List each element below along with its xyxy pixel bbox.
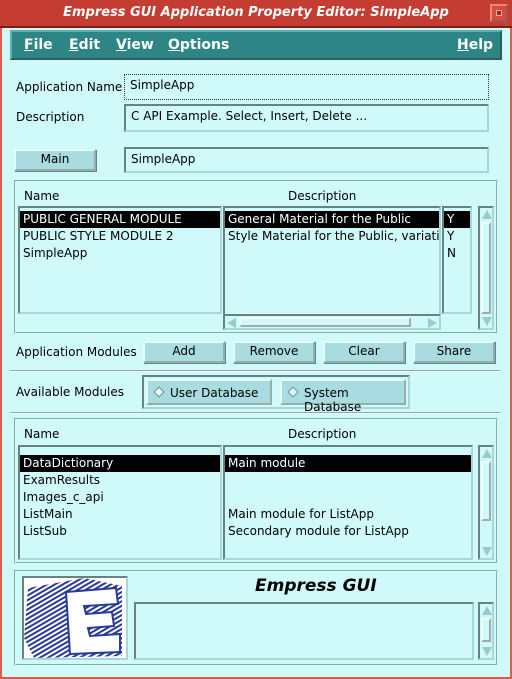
scroll-thumb[interactable] bbox=[481, 461, 491, 521]
add-button[interactable]: Add bbox=[143, 341, 225, 363]
app-modules-name-list[interactable]: PUBLIC GENERAL MODULE PUBLIC STYLE MODUL… bbox=[18, 206, 222, 314]
list-item[interactable]: Y bbox=[444, 211, 470, 228]
list-item[interactable] bbox=[225, 489, 471, 506]
available-col-description: Description bbox=[288, 427, 357, 441]
list-item[interactable]: N bbox=[444, 245, 470, 262]
maximize-icon bbox=[496, 10, 502, 16]
message-area[interactable] bbox=[134, 602, 474, 660]
menu-view[interactable]: View bbox=[116, 37, 154, 53]
empress-e-logo-icon bbox=[24, 578, 126, 658]
app-modules-vscrollbar[interactable] bbox=[478, 206, 494, 330]
radio-diamond-icon bbox=[153, 386, 165, 398]
app-modules-description-list[interactable]: General Material for the Public Style Ma… bbox=[223, 206, 441, 314]
list-item[interactable]: Main module for ListApp bbox=[225, 506, 471, 523]
message-vscrollbar[interactable] bbox=[478, 602, 494, 660]
user-database-label: User Database bbox=[170, 386, 259, 400]
scroll-down-icon[interactable] bbox=[482, 317, 492, 326]
app-modules-flag-list[interactable]: Y Y N bbox=[442, 206, 472, 314]
window-title: Empress GUI Application Property Editor:… bbox=[63, 5, 449, 20]
available-description-list[interactable]: Main module Main module for ListApp Seco… bbox=[223, 445, 473, 560]
list-item[interactable]: DataDictionary bbox=[20, 455, 220, 472]
list-item[interactable]: General Material for the Public bbox=[225, 211, 439, 228]
scroll-right-icon[interactable] bbox=[428, 318, 437, 328]
application-modules-label: Application Modules bbox=[16, 345, 137, 359]
user-database-radio[interactable]: User Database bbox=[146, 379, 272, 405]
list-item[interactable]: Secondary module for ListApp bbox=[225, 523, 471, 540]
list-item[interactable] bbox=[225, 245, 439, 262]
title-bar: Empress GUI Application Property Editor:… bbox=[0, 0, 512, 28]
list-item[interactable]: PUBLIC STYLE MODULE 2 bbox=[20, 228, 220, 245]
scroll-thumb[interactable] bbox=[481, 222, 491, 314]
scroll-left-icon[interactable] bbox=[227, 318, 236, 328]
list-item[interactable]: Main module bbox=[225, 455, 471, 472]
available-vscrollbar[interactable] bbox=[478, 445, 494, 560]
available-name-list[interactable]: DataDictionary ExamResults Images_c_api … bbox=[18, 445, 222, 560]
window-maximize-button[interactable] bbox=[490, 4, 508, 22]
system-database-label: System Database bbox=[304, 386, 362, 414]
list-item[interactable]: SimpleApp bbox=[20, 245, 220, 262]
scroll-down-icon[interactable] bbox=[482, 547, 492, 556]
share-button[interactable]: Share bbox=[413, 341, 495, 363]
clear-button[interactable]: Clear bbox=[323, 341, 405, 363]
app-modules-hscrollbar[interactable] bbox=[223, 314, 441, 330]
main-field[interactable]: SimpleApp bbox=[124, 147, 489, 173]
scroll-up-icon[interactable] bbox=[482, 606, 492, 615]
scroll-thumb[interactable] bbox=[239, 317, 411, 327]
scroll-thumb[interactable] bbox=[481, 618, 491, 642]
app-modules-col-description: Description bbox=[288, 189, 357, 203]
radio-diamond-icon bbox=[287, 386, 299, 398]
menu-options[interactable]: Options bbox=[168, 37, 229, 53]
list-item[interactable]: ExamResults bbox=[20, 472, 220, 489]
scroll-down-icon[interactable] bbox=[482, 647, 492, 656]
description-value: C API Example. Select, Insert, Delete ..… bbox=[131, 109, 368, 123]
list-item[interactable]: ListSub bbox=[20, 523, 220, 540]
list-item[interactable]: ListMain bbox=[20, 506, 220, 523]
list-item[interactable]: Images_c_api bbox=[20, 489, 220, 506]
available-modules-label: Available Modules bbox=[16, 385, 125, 399]
menu-edit[interactable]: Edit bbox=[69, 37, 100, 53]
list-item[interactable]: PUBLIC GENERAL MODULE bbox=[20, 211, 220, 228]
separator bbox=[10, 370, 500, 372]
remove-button[interactable]: Remove bbox=[233, 341, 315, 363]
app-modules-col-name: Name bbox=[24, 189, 60, 203]
list-item[interactable] bbox=[225, 472, 471, 489]
main-button[interactable]: Main bbox=[14, 149, 96, 171]
menu-bar: File Edit View Options Help bbox=[10, 30, 502, 60]
list-item[interactable]: Style Material for the Public, variatio bbox=[225, 228, 439, 245]
available-col-name: Name bbox=[24, 427, 60, 441]
app-name-field[interactable]: SimpleApp bbox=[124, 74, 489, 100]
scroll-up-icon[interactable] bbox=[482, 449, 492, 458]
separator bbox=[10, 412, 500, 414]
scroll-up-icon[interactable] bbox=[482, 210, 492, 219]
description-field[interactable]: C API Example. Select, Insert, Delete ..… bbox=[124, 104, 489, 132]
system-database-radio[interactable]: System Database bbox=[280, 379, 406, 414]
app-name-label: Application Name bbox=[16, 80, 123, 94]
brand-title: Empress GUI bbox=[255, 576, 377, 596]
menu-file[interactable]: File bbox=[24, 37, 53, 53]
empress-logo bbox=[22, 576, 128, 660]
list-item[interactable]: Y bbox=[444, 228, 470, 245]
menu-help[interactable]: Help bbox=[457, 37, 493, 53]
description-label: Description bbox=[16, 110, 85, 124]
